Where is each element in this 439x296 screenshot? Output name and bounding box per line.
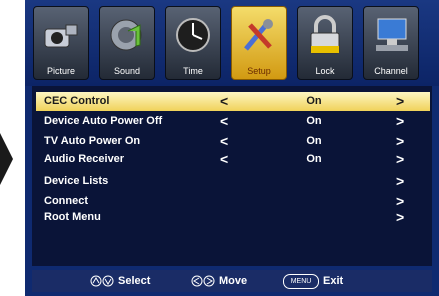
menu-key-icon: MENU [283, 274, 319, 289]
tab-label: Sound [113, 66, 141, 76]
row-cec-control[interactable]: CEC Control < On > [36, 92, 430, 111]
tab-label: Setup [247, 66, 271, 76]
arrow-left-icon[interactable]: < [220, 113, 228, 129]
row-root-menu[interactable]: Root Menu > [36, 208, 430, 227]
up-down-keys-icon [90, 275, 114, 287]
arrow-right-icon[interactable]: > [396, 93, 404, 109]
row-value: On [306, 135, 322, 147]
arrow-right-icon[interactable]: > [396, 193, 404, 209]
arrow-right-icon[interactable]: > [396, 209, 404, 225]
tools-icon [244, 19, 273, 51]
tab-setup[interactable]: Setup [231, 6, 287, 80]
move-hint: Move [219, 275, 248, 287]
osd-menu: Picture Sound Time Setup Lock Channel CE… [25, 0, 439, 296]
arrow-right-icon[interactable]: > [396, 173, 404, 189]
arrow-left-icon[interactable]: < [220, 93, 228, 109]
left-right-keys-icon [191, 275, 215, 287]
tab-picture[interactable]: Picture [33, 6, 89, 80]
row-label: Audio Receiver [44, 153, 125, 165]
padlock-icon [310, 15, 340, 54]
tab-label: Picture [46, 66, 75, 76]
row-value: On [306, 153, 322, 165]
row-audio-receiver[interactable]: Audio Receiver < On > [36, 150, 430, 169]
clock-icon [176, 18, 210, 52]
arrow-right-icon[interactable]: > [396, 133, 404, 149]
camcorder-icon [44, 24, 78, 48]
footer-hints: Select Move MENU Exit [32, 270, 432, 292]
row-label: Root Menu [44, 211, 101, 223]
exit-hint: Exit [323, 275, 344, 287]
tab-label: Lock [315, 66, 335, 76]
row-label: Device Lists [44, 175, 109, 187]
arrow-left-icon[interactable]: < [220, 133, 228, 149]
row-label: CEC Control [44, 95, 110, 107]
row-label: Device Auto Power Off [44, 115, 163, 127]
tab-bar: Picture Sound Time Setup Lock Channel [25, 0, 439, 86]
row-device-lists[interactable]: Device Lists > [36, 172, 430, 191]
row-label: Connect [44, 195, 88, 207]
speaker-icon [110, 19, 142, 51]
row-label: TV Auto Power On [44, 135, 141, 147]
row-value: On [306, 95, 322, 107]
settings-panel: CEC Control < On > Device Auto Power Off… [32, 86, 432, 266]
row-value: On [306, 115, 322, 127]
row-tv-auto-power-on[interactable]: TV Auto Power On < On > [36, 132, 430, 151]
tab-lock[interactable]: Lock [297, 6, 353, 80]
tab-channel[interactable]: Channel [363, 6, 419, 80]
tab-sound[interactable]: Sound [99, 6, 155, 80]
arrow-right-icon[interactable]: > [396, 113, 404, 129]
pointer-arrow-icon [0, 133, 13, 185]
computer-icon [376, 18, 408, 51]
arrow-right-icon[interactable]: > [396, 151, 404, 167]
row-device-auto-power-off[interactable]: Device Auto Power Off < On > [36, 112, 430, 131]
arrow-left-icon[interactable]: < [220, 151, 228, 167]
tab-time[interactable]: Time [165, 6, 221, 80]
tab-label: Time [183, 66, 203, 76]
tab-label: Channel [374, 66, 408, 76]
select-hint: Select [118, 275, 151, 287]
